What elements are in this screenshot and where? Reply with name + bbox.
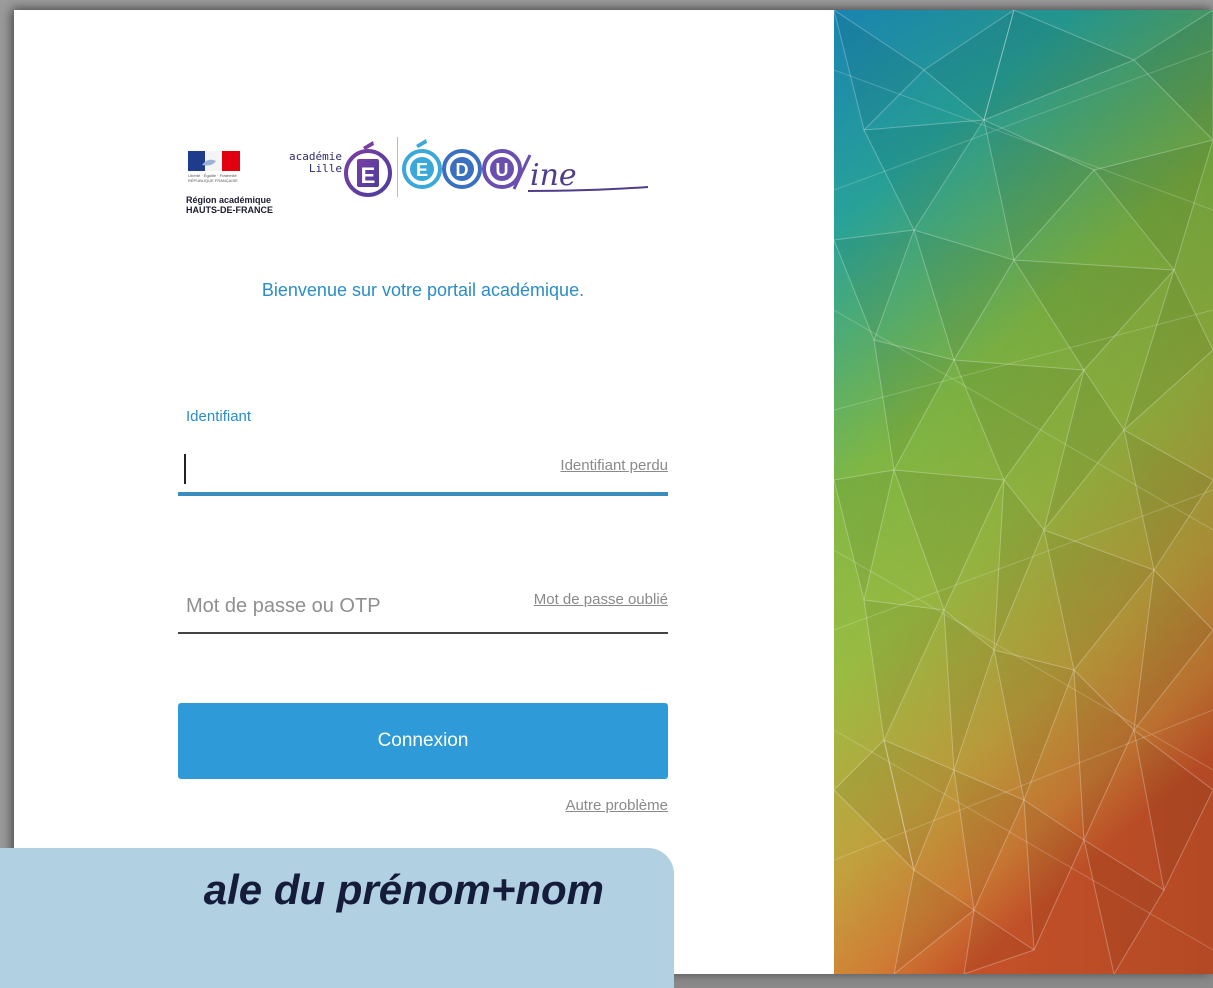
logo-separator	[397, 137, 398, 197]
svg-text:U: U	[496, 160, 509, 180]
region-line2: HAUTS-DE-FRANCE	[186, 205, 273, 215]
eduline-logo-icon: E D U ine	[402, 139, 649, 193]
svg-text:E: E	[416, 160, 428, 180]
academie-label: académie Lille	[278, 151, 342, 175]
svg-text:E: E	[361, 163, 376, 188]
region-label: Région académique HAUTS-DE-FRANCE	[186, 195, 273, 215]
annotation-callout-text: ale du prénom+nom	[203, 866, 604, 913]
decorative-background	[834, 10, 1213, 974]
svg-text:D: D	[456, 160, 469, 180]
republique-motto: Liberté · Égalité · Fraternité RÉPUBLIQU…	[188, 173, 238, 183]
republique-francaise-flag-icon	[188, 151, 240, 171]
low-poly-gradient-image	[834, 10, 1213, 974]
portal-logo: Liberté · Égalité · Fraternité RÉPUBLIQU…	[186, 125, 666, 225]
eduline-suffix: ine	[530, 158, 577, 193]
academie-e-logo-icon: E	[344, 141, 392, 197]
id-label: Identifiant	[186, 408, 252, 425]
academie-line2: Lille	[308, 162, 342, 175]
welcome-message: Bienvenue sur votre portail académique.	[261, 280, 585, 300]
login-button[interactable]: Connexion	[178, 703, 668, 779]
password-forgot-link[interactable]: Mot de passe oublié	[534, 591, 668, 608]
other-problem-link[interactable]: Autre problème	[565, 797, 668, 814]
region-line1: Région académique	[186, 195, 272, 205]
text-cursor	[184, 454, 186, 484]
id-lost-link[interactable]: Identifiant perdu	[560, 457, 668, 474]
